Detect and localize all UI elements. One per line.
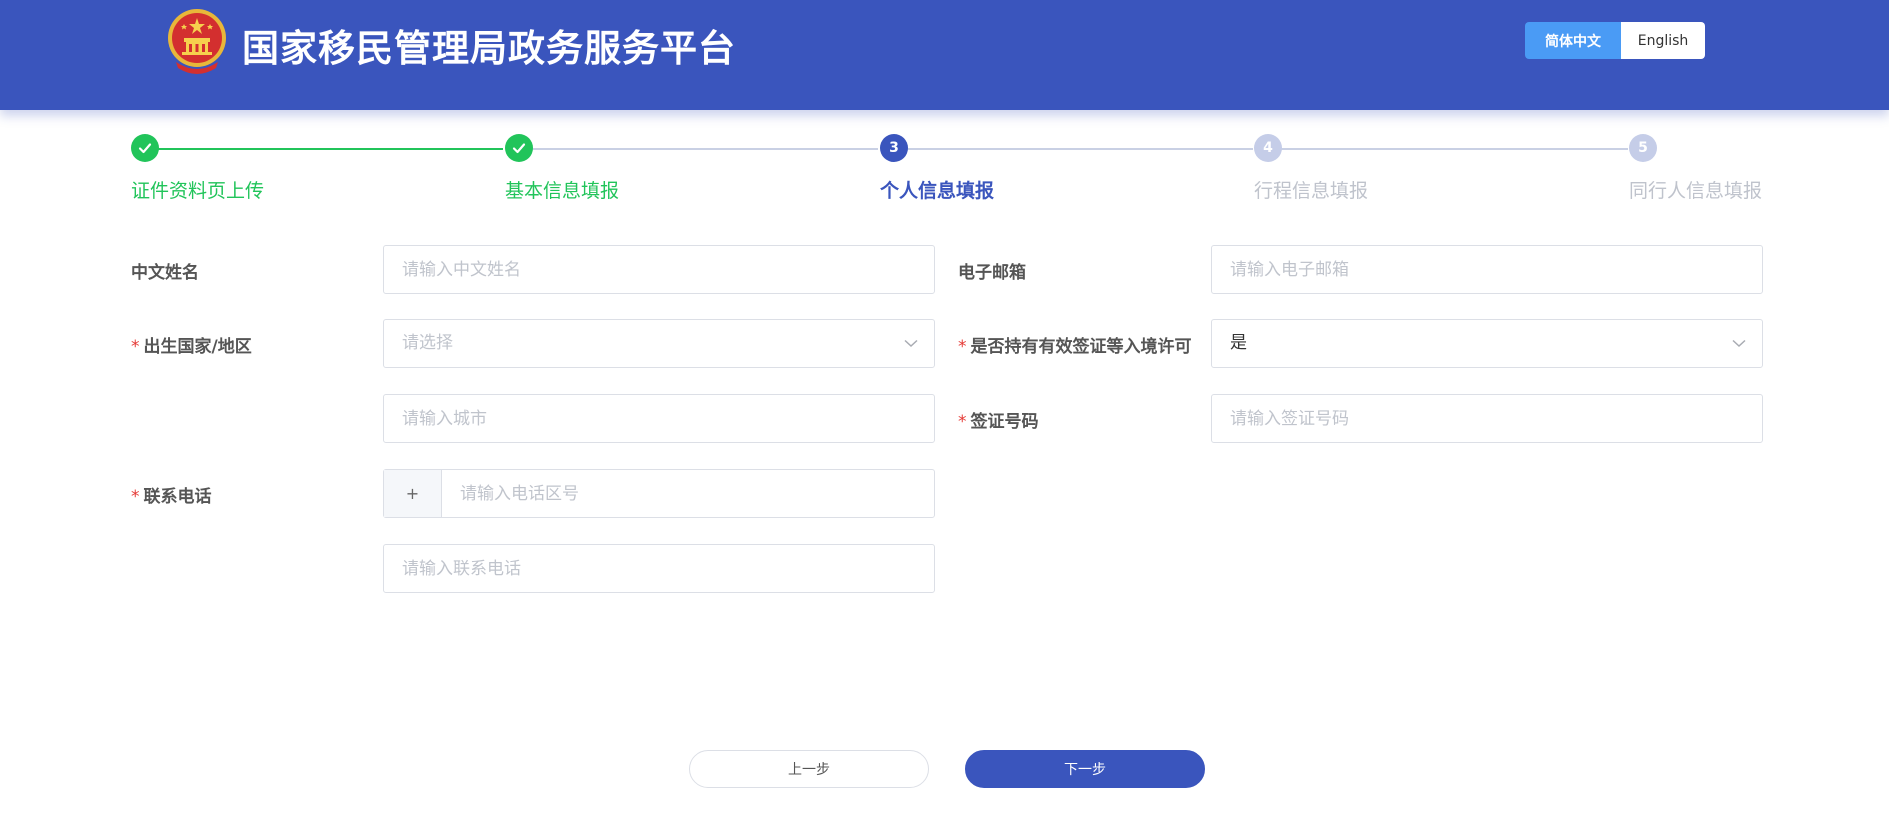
chinese-name-input[interactable] <box>384 246 934 293</box>
step-connector-4 <box>1268 148 1628 150</box>
step-4-label: 行程信息填报 <box>1254 180 1369 202</box>
check-icon <box>512 143 526 154</box>
site-header: 国家移民管理局政务服务平台 简体中文 English <box>0 0 1889 110</box>
step-2-label: 基本信息填报 <box>505 180 620 202</box>
valid-visa-label-text: 是否持有有效签证等入境许可 <box>970 337 1192 357</box>
email-label: 电子邮箱 <box>958 258 1026 283</box>
phone-number-input[interactable] <box>384 545 934 592</box>
valid-visa-select[interactable]: 是 <box>1211 319 1763 368</box>
birth-city-input[interactable] <box>384 395 934 442</box>
step-4-indicator: 4 <box>1254 134 1282 162</box>
phone-label-text: 联系电话 <box>143 487 212 507</box>
phone-number-field <box>383 544 935 593</box>
required-mark: * <box>131 487 140 507</box>
step-1-indicator <box>131 134 159 162</box>
chevron-down-icon <box>1732 339 1746 348</box>
check-icon <box>138 143 152 154</box>
chinese-name-label: 中文姓名 <box>131 258 199 283</box>
phone-label: * 联系电话 <box>131 482 212 507</box>
step-3-indicator: 3 <box>880 134 908 162</box>
visa-number-input[interactable] <box>1212 395 1762 442</box>
lang-en-button[interactable]: English <box>1621 22 1705 59</box>
required-mark: * <box>131 337 140 357</box>
birth-country-select[interactable]: 请选择 <box>383 319 935 368</box>
area-code-input[interactable] <box>384 470 934 517</box>
visa-number-label-text: 签证号码 <box>970 412 1039 432</box>
required-mark: * <box>958 337 967 357</box>
visa-number-label: * 签证号码 <box>958 407 1039 432</box>
lang-zh-button[interactable]: 简体中文 <box>1525 22 1621 59</box>
national-emblem-icon <box>168 9 226 74</box>
email-field <box>1211 245 1763 294</box>
language-switch: 简体中文 English <box>1525 22 1705 59</box>
visa-number-field <box>1211 394 1763 443</box>
birth-country-label-text: 出生国家/地区 <box>143 337 252 357</box>
chevron-down-icon <box>904 339 918 348</box>
step-1-label: 证件资料页上传 <box>131 180 265 202</box>
area-code-prefix: + <box>384 470 442 517</box>
step-3-label: 个人信息填报 <box>880 180 995 202</box>
step-2-indicator <box>505 134 533 162</box>
required-mark: * <box>958 412 967 432</box>
chinese-name-field <box>383 245 935 294</box>
step-5-label: 同行人信息填报 <box>1629 180 1763 202</box>
step-connector-3 <box>894 148 1253 150</box>
prev-step-button[interactable]: 上一步 <box>689 750 929 788</box>
email-input[interactable] <box>1212 246 1762 293</box>
birth-country-label: * 出生国家/地区 <box>131 332 252 357</box>
area-code-field: + <box>383 469 935 518</box>
chinese-name-label-text: 中文姓名 <box>131 263 199 283</box>
birth-country-placeholder: 请选择 <box>402 333 453 353</box>
step-connector-1 <box>144 148 503 150</box>
step-connector-2 <box>518 148 878 150</box>
email-label-text: 电子邮箱 <box>958 263 1026 283</box>
valid-visa-label: * 是否持有有效签证等入境许可 <box>958 332 1192 357</box>
birth-city-field <box>383 394 935 443</box>
next-step-button[interactable]: 下一步 <box>965 750 1205 788</box>
site-title: 国家移民管理局政务服务平台 <box>242 27 736 70</box>
valid-visa-value: 是 <box>1230 333 1247 353</box>
step-5-indicator: 5 <box>1629 134 1657 162</box>
